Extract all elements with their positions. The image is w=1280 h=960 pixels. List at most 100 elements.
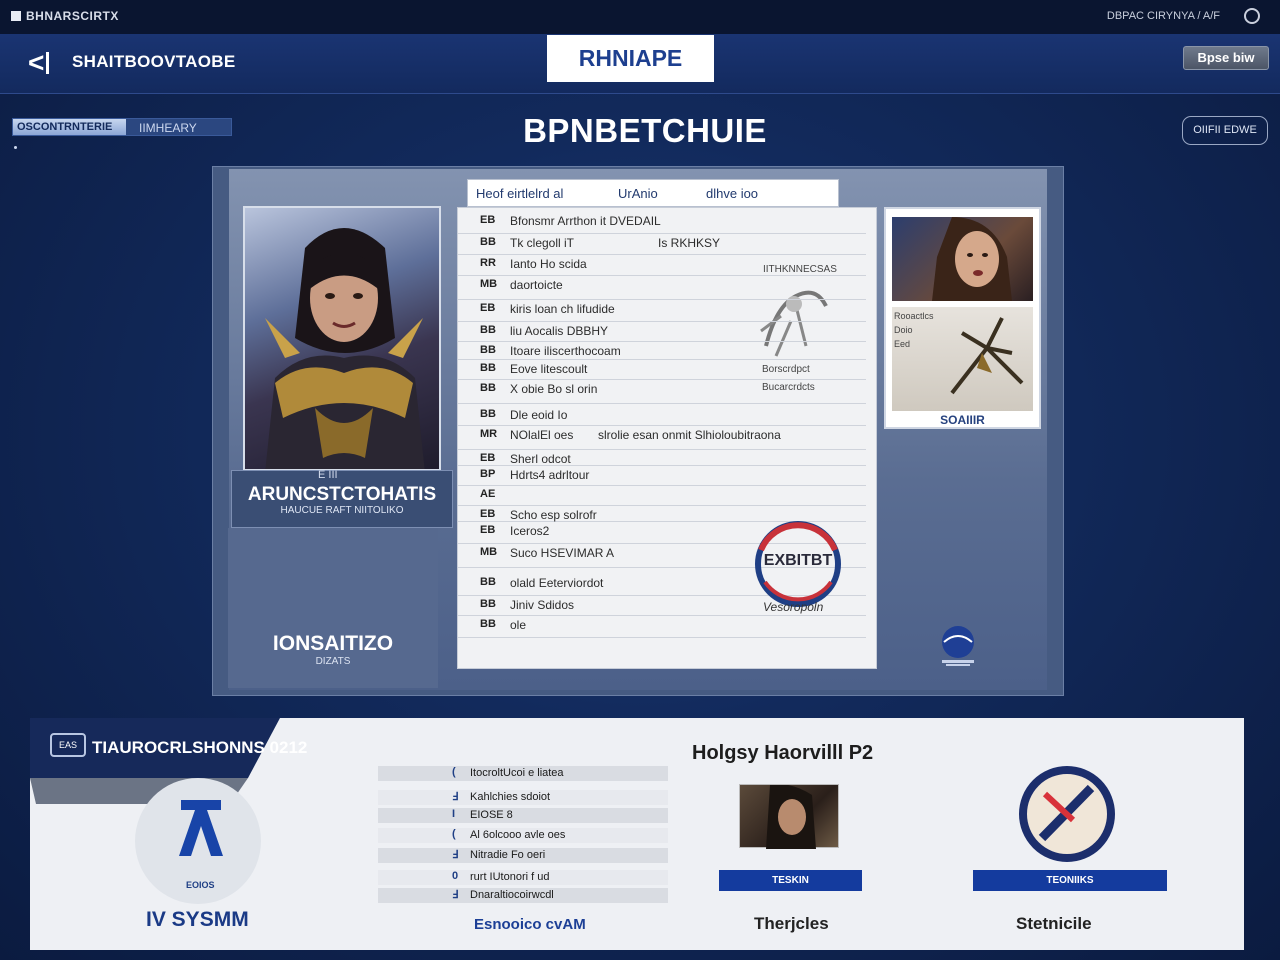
hero-name: ARUNCSTCTOHATIS (247, 484, 437, 505)
document-row: EB Sherl odcot (458, 450, 866, 466)
row-number: BB (480, 382, 496, 394)
row-text: kiris loan ch lifudide (510, 302, 615, 316)
stat-value: IV SYSMM (146, 908, 249, 931)
row-text: daortoicte (510, 278, 563, 292)
list-item-label: ItocroltUcoi e liatea (470, 767, 564, 779)
side-sketch: Rooactlcs Doio Eed (892, 307, 1033, 411)
row-number: MB (480, 278, 498, 290)
row-text: ole (510, 618, 527, 632)
document-tabs: Heof eirtlelrd al UrAnio dlhve ioo (467, 179, 839, 207)
document-row: EB Bfonsmr Arrthon it DVEDAIL (458, 212, 866, 234)
row-text: Jiniv Sdidos (510, 598, 575, 612)
row-text: Scho esp solrofr (510, 508, 597, 522)
row-number: EB (480, 508, 496, 520)
list-item[interactable]: ( Al 6olcooo avle oes (378, 828, 668, 843)
system-title: BHNARSCIRTX (26, 9, 119, 23)
list-item[interactable]: Ⅎ Dnaraltiocoirwcdl (378, 888, 668, 903)
side-portrait (892, 217, 1033, 301)
page-title: BPNBETCHUIE (523, 112, 767, 149)
tab-active[interactable]: RHNIAPE (547, 35, 714, 82)
options-button[interactable]: OIIFII EDWE (1182, 116, 1268, 145)
document-row: EB kiris loan ch lifudide (458, 300, 866, 322)
stamp-signature: Vesoropoln (763, 600, 824, 614)
list-item-label: Nitradie Fo oeri (470, 849, 546, 861)
progress-label: IIMHEARY (139, 121, 197, 135)
tab-badge: EAS (50, 733, 86, 757)
back-button[interactable]: < (24, 46, 54, 80)
prohibited-icon (1017, 764, 1117, 864)
side-caption: SOAIIIR (940, 413, 985, 427)
row-text: Hdrts4 adrltour (510, 468, 590, 482)
indicator-dot (14, 146, 17, 149)
list-item-label: EIOSE 8 (470, 809, 513, 821)
list-item[interactable]: Ⅎ Kahlchies sdoiot (378, 790, 668, 805)
list-item[interactable]: Ⅎ Nitradie Fo oeri (378, 848, 668, 863)
document-row: BB X obie Bo sl orin (458, 380, 866, 404)
document-row: BB Tk clegoll iT Is RKHKSY (458, 234, 866, 255)
document-row: MB daortoicte (458, 276, 866, 300)
nav-title: SHAITBOOVTAOBE (72, 52, 236, 71)
row-text: X obie Bo sl orin (510, 382, 598, 396)
list-footer[interactable]: Esnooico cvAM (474, 916, 586, 933)
bottom-list: ( ItocroltUcoi e liatea Ⅎ Kahlchies sdoiot I… (378, 744, 668, 914)
row-number: BP (480, 468, 496, 480)
list-item[interactable]: I EIOSE 8 (378, 808, 668, 823)
list-item-label: rurt IUtonori f ud (470, 871, 550, 883)
right-button[interactable]: TEONIIKS (973, 870, 1167, 891)
row-number: EB (480, 524, 496, 536)
doc-tab-3[interactable]: dlhve ioo (706, 186, 758, 201)
row-text: NOlalEl oes (510, 428, 574, 442)
power-icon[interactable] (1244, 8, 1260, 24)
hero-nameplate: E III ARUNCSTCTOHATIS HAUCUE RAFT NIITOL… (231, 469, 453, 528)
row-text: Tk clegoll iT (510, 236, 575, 250)
list-item-label: Al 6olcooo avle oes (470, 829, 566, 841)
side-label-3: Eed (894, 339, 911, 349)
list-item[interactable]: 0 rurt IUtonori f ud (378, 870, 668, 885)
progress-bar: OSCONTRNTERIE IIMHEARY (12, 118, 232, 136)
row-text: olald Eeterviordot (510, 576, 604, 590)
row-number: EB (480, 214, 496, 226)
row-number: BB (480, 576, 496, 588)
center-thumbnail[interactable] (739, 784, 839, 849)
side-card[interactable]: Rooactlcs Doio Eed SOAIIIR (884, 207, 1041, 429)
list-item-icon: ( (452, 766, 456, 778)
row-number: MR (480, 428, 498, 440)
row-text: Suco HSEVIMAR A (510, 546, 615, 560)
center-button[interactable]: TESKIN (719, 870, 862, 891)
center-footer: Therjcles (754, 914, 829, 933)
row-number: BB (480, 618, 496, 630)
document-row: RR Ianto Ho scida (458, 255, 866, 276)
hero-stat: IONSAITIZO (272, 632, 394, 655)
list-item[interactable]: ( ItocroltUcoi e liatea (378, 766, 668, 781)
side-label-1: Rooactlcs (894, 311, 934, 321)
nav-right-button[interactable]: Bpse biw (1183, 46, 1269, 70)
row-text: Itoare iliscerthocoam (510, 344, 621, 358)
row-text: liu Aocalis DBBHY (510, 324, 609, 338)
doc-tab-2[interactable]: UrAnio (618, 186, 658, 201)
progress-text: OSCONTRNTERIE (17, 121, 113, 133)
row-number: RR (480, 257, 496, 269)
row-text: Ianto Ho scida (510, 257, 587, 271)
row-text-secondary: slrolie esan onmit Slhioloubitraona (598, 428, 781, 442)
list-item-icon: Ⅎ (452, 889, 459, 901)
list-item-icon: ( (452, 828, 456, 840)
stamp-seal: EXBITBT Vesoropoln (745, 520, 851, 620)
row-number: BB (480, 598, 496, 610)
hero-portrait[interactable] (243, 206, 441, 471)
doc-tab-1[interactable]: Heof eirtlelrd al (476, 186, 563, 201)
row-number: BB (480, 236, 496, 248)
document-row: MR NOlalEl oes slrolie esan onmit Slhiolou… (458, 426, 866, 450)
globe-logo-icon (938, 624, 978, 668)
list-item-icon: 0 (452, 870, 459, 882)
stamp-text: EXBITBT (763, 552, 833, 569)
document-row: AE (458, 486, 866, 506)
row-number: BB (480, 324, 496, 336)
list-item-icon: Ⅎ (452, 849, 459, 861)
document-row: BB liu Aocalis DBBHY (458, 322, 866, 342)
row-text-secondary: Is RKHKSY (658, 236, 721, 250)
hero-subtitle: HAUCUE RAFT NIITOLIKO (280, 505, 404, 516)
center-heading: Holgsy Haorvilll P2 (692, 742, 874, 764)
row-number: EB (480, 302, 496, 314)
row-number: EB (480, 452, 496, 464)
row-number: BB (480, 408, 496, 420)
